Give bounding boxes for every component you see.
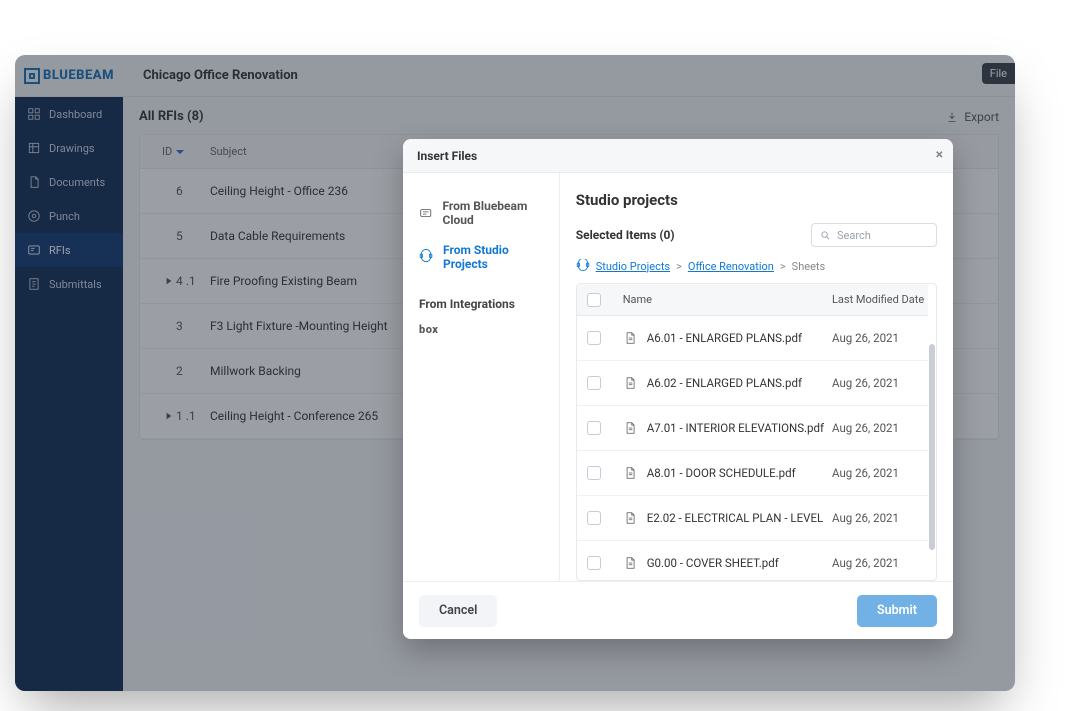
source-column: From Bluebeam Cloud From Studio Projects… <box>403 173 560 581</box>
file-date: Aug 26, 2021 <box>832 421 928 435</box>
file-row[interactable]: A6.02 - ENLARGED PLANS.pdfAug 26, 2021 <box>577 361 928 406</box>
file-checkbox[interactable] <box>587 331 601 345</box>
search-input[interactable]: Search <box>811 223 937 247</box>
insert-files-modal: Insert Files × From Bluebeam Cloud From … <box>403 139 953 639</box>
file-checkbox[interactable] <box>587 421 601 435</box>
file-checkbox[interactable] <box>587 556 601 570</box>
file-row[interactable]: E2.02 - ELECTRICAL PLAN - LEVELAug 26, 2… <box>577 496 928 541</box>
file-name: A8.01 - DOOR SCHEDULE.pdf <box>647 466 832 480</box>
submit-button[interactable]: Submit <box>857 595 937 627</box>
file-date: Aug 26, 2021 <box>832 331 928 345</box>
file-name: E2.02 - ELECTRICAL PLAN - LEVEL <box>647 511 832 525</box>
breadcrumb-project[interactable]: Office Renovation <box>688 260 774 273</box>
breadcrumb-current: Sheets <box>792 260 826 273</box>
file-row[interactable]: A6.01 - ENLARGED PLANS.pdfAug 26, 2021 <box>577 316 928 361</box>
breadcrumb-root[interactable]: Studio Projects <box>596 260 670 273</box>
scrollbar[interactable] <box>928 284 936 580</box>
file-date: Aug 26, 2021 <box>832 556 928 570</box>
picker-title: Studio projects <box>576 191 937 209</box>
file-icon <box>623 376 637 390</box>
file-name: A6.02 - ENLARGED PLANS.pdf <box>647 376 832 390</box>
file-checkbox[interactable] <box>587 511 601 525</box>
modal-title: Insert Files <box>417 149 477 163</box>
modal-footer: Cancel Submit <box>403 581 953 639</box>
file-icon <box>623 511 637 525</box>
file-date: Aug 26, 2021 <box>832 376 928 390</box>
file-name: A6.01 - ENLARGED PLANS.pdf <box>647 331 832 345</box>
file-checkbox[interactable] <box>587 376 601 390</box>
modal-header: Insert Files × <box>403 139 953 173</box>
cloud-icon <box>419 205 432 221</box>
selected-items-label: Selected Items (0) <box>576 228 675 242</box>
file-name: A7.01 - INTERIOR ELEVATIONS.pdf <box>647 421 832 435</box>
file-table-header: Name Last Modified Date <box>577 284 928 316</box>
app-window: BLUEBEAM Chicago Office Renovation File … <box>15 55 1015 691</box>
file-icon <box>623 556 637 570</box>
file-icon <box>623 331 637 345</box>
file-checkbox[interactable] <box>587 466 601 480</box>
search-icon <box>820 230 831 241</box>
source-bluebeam-cloud[interactable]: From Bluebeam Cloud <box>407 191 555 235</box>
column-name[interactable]: Name <box>601 293 832 306</box>
studio-icon <box>419 249 433 265</box>
file-icon <box>623 466 637 480</box>
studio-icon <box>576 259 590 273</box>
source-studio-projects[interactable]: From Studio Projects <box>407 235 555 279</box>
file-date: Aug 26, 2021 <box>832 466 928 480</box>
search-placeholder: Search <box>837 229 871 242</box>
close-icon[interactable]: × <box>936 147 943 163</box>
file-picker: Studio projects Selected Items (0) Searc… <box>560 173 953 581</box>
file-table: Name Last Modified Date A6.01 - ENLARGED… <box>576 283 937 581</box>
file-name: G0.00 - COVER SHEET.pdf <box>647 556 832 570</box>
select-all-checkbox[interactable] <box>587 293 601 307</box>
column-date[interactable]: Last Modified Date <box>832 293 928 306</box>
file-row[interactable]: G0.00 - COVER SHEET.pdfAug 26, 2021 <box>577 541 928 580</box>
file-icon <box>623 421 637 435</box>
file-row[interactable]: A7.01 - INTERIOR ELEVATIONS.pdfAug 26, 2… <box>577 406 928 451</box>
box-logo-icon: box <box>419 323 438 336</box>
breadcrumb: Studio Projects > Office Renovation > Sh… <box>576 259 937 273</box>
cancel-button[interactable]: Cancel <box>419 595 497 627</box>
source-box[interactable]: box <box>407 315 555 344</box>
file-date: Aug 26, 2021 <box>832 511 928 525</box>
file-row[interactable]: A8.01 - DOOR SCHEDULE.pdfAug 26, 2021 <box>577 451 928 496</box>
integrations-section-label: From Integrations <box>407 279 555 315</box>
